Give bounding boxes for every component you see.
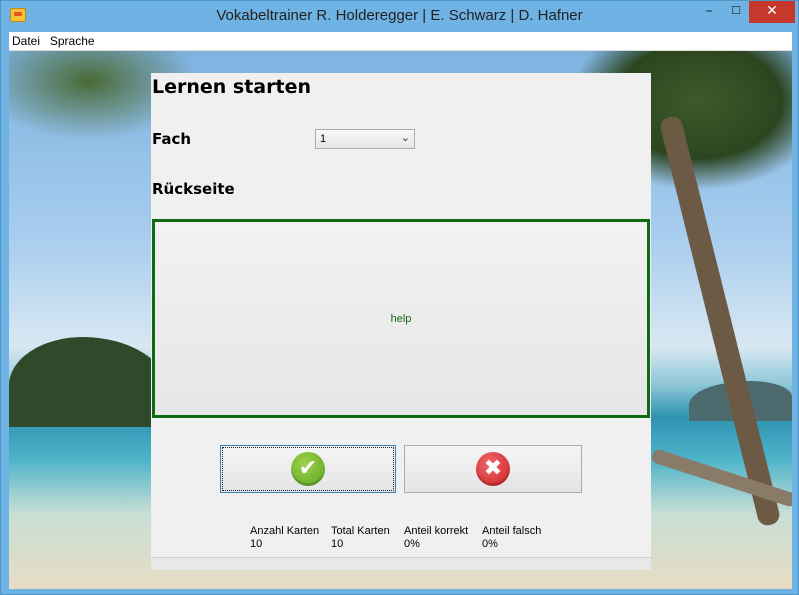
cross-icon: ✖ [476,452,510,486]
stat-value: 10 [331,538,344,550]
menu-sprache[interactable]: Sprache [47,32,98,50]
learning-panel: Lernen starten Fach 1 ⌄ Rückseite help ✔… [151,73,651,570]
stat-label: Anzahl Karten [250,525,320,537]
stat-anzahl-karten: Anzahl Karten 10 [250,525,319,550]
driftwood [650,448,792,508]
rueckseite-label: Rückseite [152,180,235,198]
card-back-text: help [390,313,412,325]
window-title: Vokabeltrainer R. Holderegger | E. Schwa… [216,7,583,24]
title-bar[interactable]: Vokabeltrainer R. Holderegger | E. Schwa… [1,1,798,31]
stat-value: 10 [250,538,263,550]
stat-total-karten: Total Karten 10 [331,525,390,550]
chevron-down-icon: ⌄ [400,132,410,144]
stat-label: Anteil korrekt [404,525,469,537]
stat-anteil-falsch: Anteil falsch 0% [482,525,541,550]
app-window: Vokabeltrainer R. Holderegger | E. Schwa… [0,0,799,595]
menu-datei[interactable]: Datei [9,32,43,50]
close-button[interactable]: ✕ [749,1,795,23]
stat-value: 0% [404,538,420,550]
maximize-button[interactable]: ☐ [723,1,749,23]
status-bar [151,557,651,570]
fach-label: Fach [152,130,192,148]
stat-anteil-korrekt: Anteil korrekt 0% [404,525,468,550]
stat-value: 0% [482,538,498,550]
minimize-button[interactable]: – [695,1,723,23]
menu-bar: Datei Sprache [9,32,792,51]
card-back-area[interactable]: help [152,219,650,418]
stat-label: Total Karten [331,525,390,537]
stat-label: Anteil falsch [482,525,542,537]
page-title: Lernen starten [152,76,311,98]
correct-button[interactable]: ✔ [220,445,396,493]
fach-dropdown[interactable]: 1 ⌄ [315,129,415,149]
island [9,337,169,427]
wrong-button[interactable]: ✖ [404,445,582,493]
check-icon: ✔ [291,452,325,486]
fach-selected-value: 1 [320,133,327,145]
